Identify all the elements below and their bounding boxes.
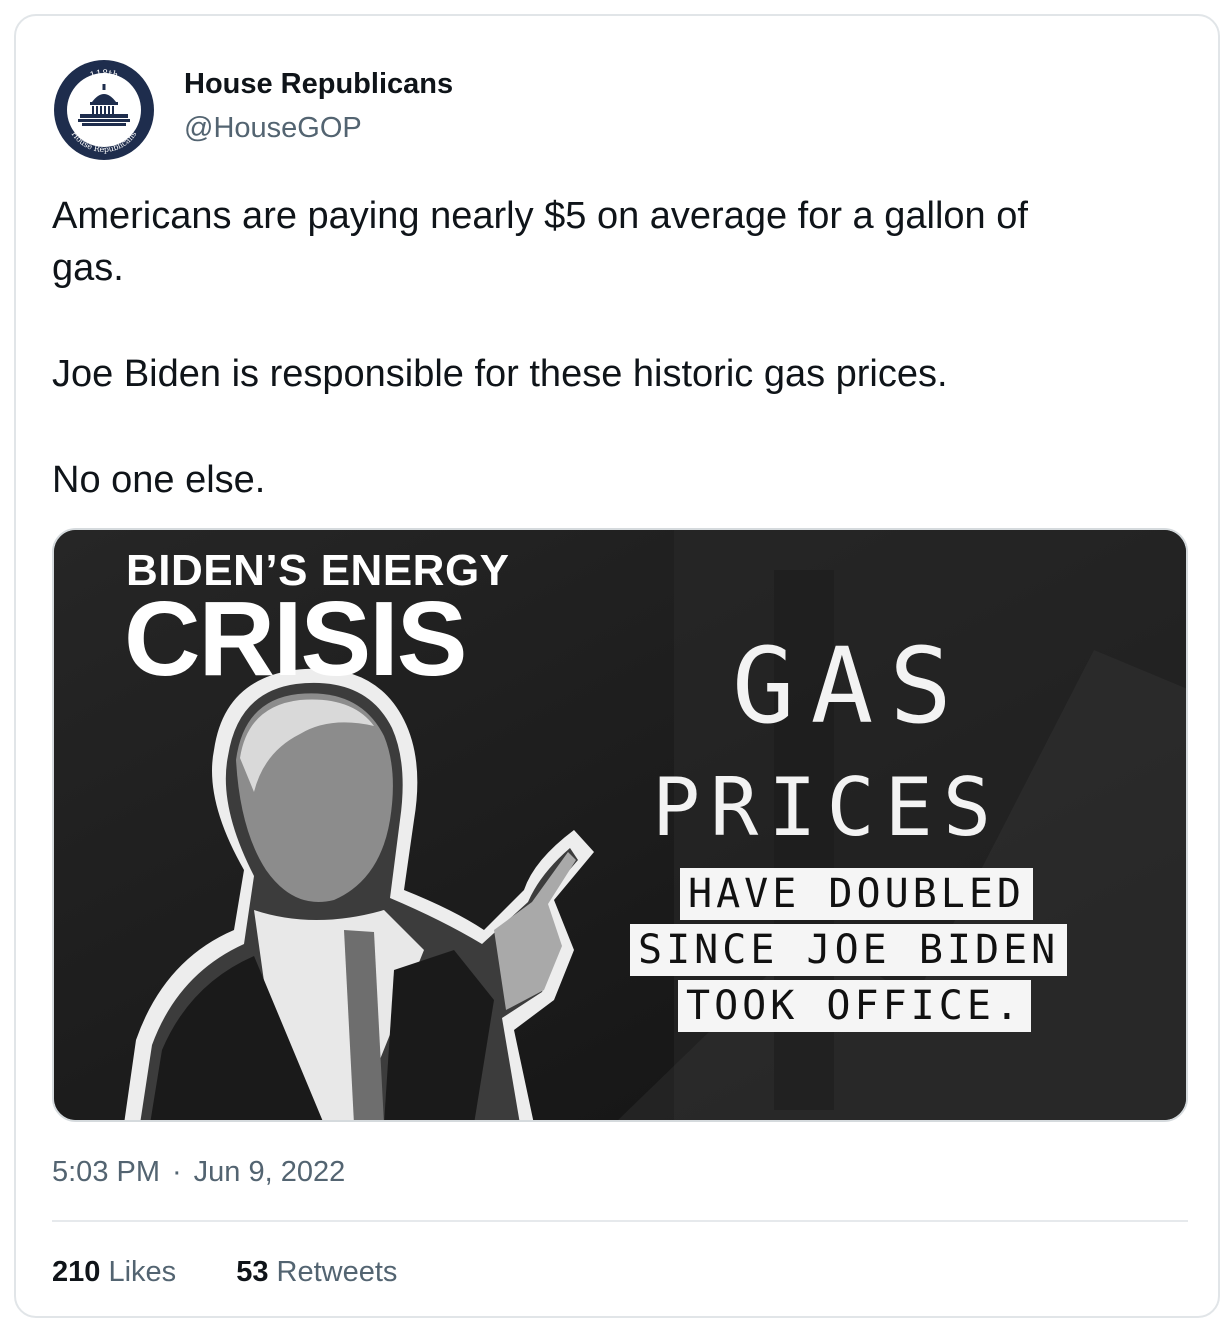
capitol-seal-icon: 118th House Republicans xyxy=(54,60,154,160)
tweet-card: 118th House Republicans House Republican… xyxy=(14,14,1220,1318)
media-strip-text: SINCE JOE BIDEN xyxy=(630,924,1068,976)
media-prices-text: PRICES xyxy=(652,761,1001,854)
tweet-time: 5:03 PM xyxy=(52,1156,160,1188)
user-handle[interactable]: @HouseGOP xyxy=(184,112,362,145)
tweet-text-line: gas. xyxy=(52,247,124,289)
retweets-count: 53 xyxy=(236,1256,269,1288)
tweet-text-line: Joe Biden is responsible for these histo… xyxy=(52,353,948,395)
tweet-date: Jun 9, 2022 xyxy=(193,1156,346,1188)
meta-separator: · xyxy=(172,1156,182,1188)
tweet-media-image[interactable]: BIDEN’S ENERGY CRISIS GAS PRICES HAVE DO… xyxy=(52,528,1188,1122)
likes-label: Likes xyxy=(108,1256,177,1288)
tweet-timestamp[interactable]: 5:03 PM · Jun 9, 2022 xyxy=(52,1156,345,1189)
retweets-stat[interactable]: 53 Retweets xyxy=(236,1256,397,1289)
media-strip-text: HAVE DOUBLED xyxy=(680,868,1033,920)
tweet-text: Americans are paying nearly $5 on averag… xyxy=(52,190,1192,506)
retweets-label: Retweets xyxy=(276,1256,398,1288)
divider xyxy=(52,1220,1188,1222)
engagement-stats: 210 Likes 53 Retweets xyxy=(52,1256,449,1289)
media-gas-text: GAS xyxy=(732,625,968,747)
tweet-text-line: No one else. xyxy=(52,459,266,501)
media-strip-text: TOOK OFFICE. xyxy=(678,980,1031,1032)
likes-count: 210 xyxy=(52,1256,101,1288)
display-name[interactable]: House Republicans xyxy=(184,68,453,101)
media-headline-big: CRISIS xyxy=(124,580,467,698)
avatar[interactable]: 118th House Republicans xyxy=(52,58,156,162)
tweet-text-line: Americans are paying nearly $5 on averag… xyxy=(52,195,1028,237)
likes-stat[interactable]: 210 Likes xyxy=(52,1256,176,1289)
